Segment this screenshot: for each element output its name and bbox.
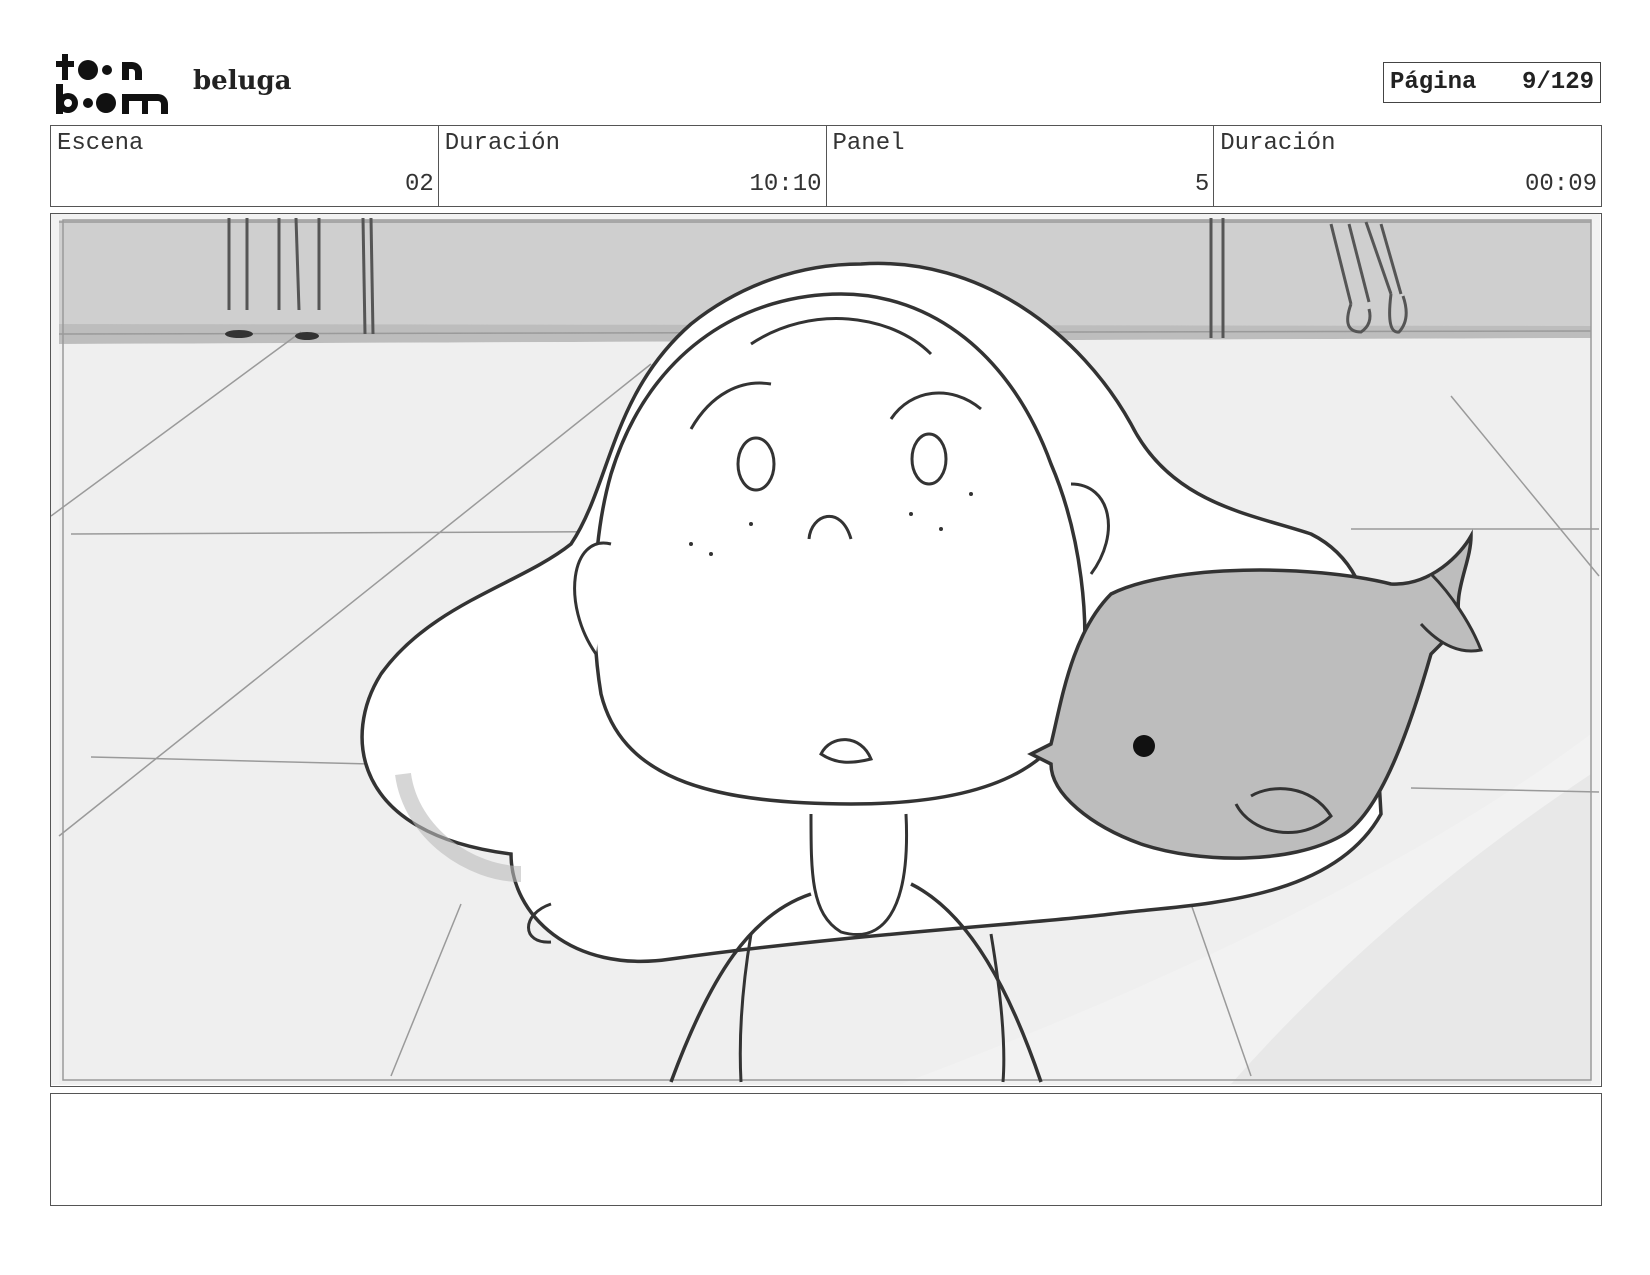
scene-duration-value: 10:10 [749, 171, 822, 198]
scene-label: Escena [57, 130, 144, 157]
panel-label: Panel [832, 130, 905, 157]
page-label: Página [1390, 69, 1477, 96]
scene-info-row: Escena 02 Duración 10:10 Panel 5 Duració… [50, 125, 1602, 207]
panel-value: 5 [1194, 171, 1210, 198]
scene-cell: Escena 02 [51, 126, 439, 206]
project-title: beluga [193, 66, 292, 96]
panel-cell: Panel 5 [827, 126, 1215, 206]
scene-duration-label: Duración [444, 130, 560, 157]
toonboom-logo [54, 52, 172, 116]
scene-value: 02 [404, 171, 434, 198]
storyboard-sketch [51, 214, 1600, 1085]
panel-duration-cell: Duración 00:09 [1214, 126, 1601, 206]
page-indicator: Página 9/129 [1383, 62, 1601, 103]
panel-notes-box [50, 1093, 1602, 1206]
page-number: 9/129 [1521, 69, 1594, 96]
panel-duration-value: 00:09 [1524, 171, 1597, 198]
toonboom-logo-mark [56, 54, 168, 114]
scene-duration-cell: Duración 10:10 [439, 126, 827, 206]
panel-duration-label: Duración [1220, 130, 1336, 157]
storyboard-panel [50, 213, 1602, 1087]
